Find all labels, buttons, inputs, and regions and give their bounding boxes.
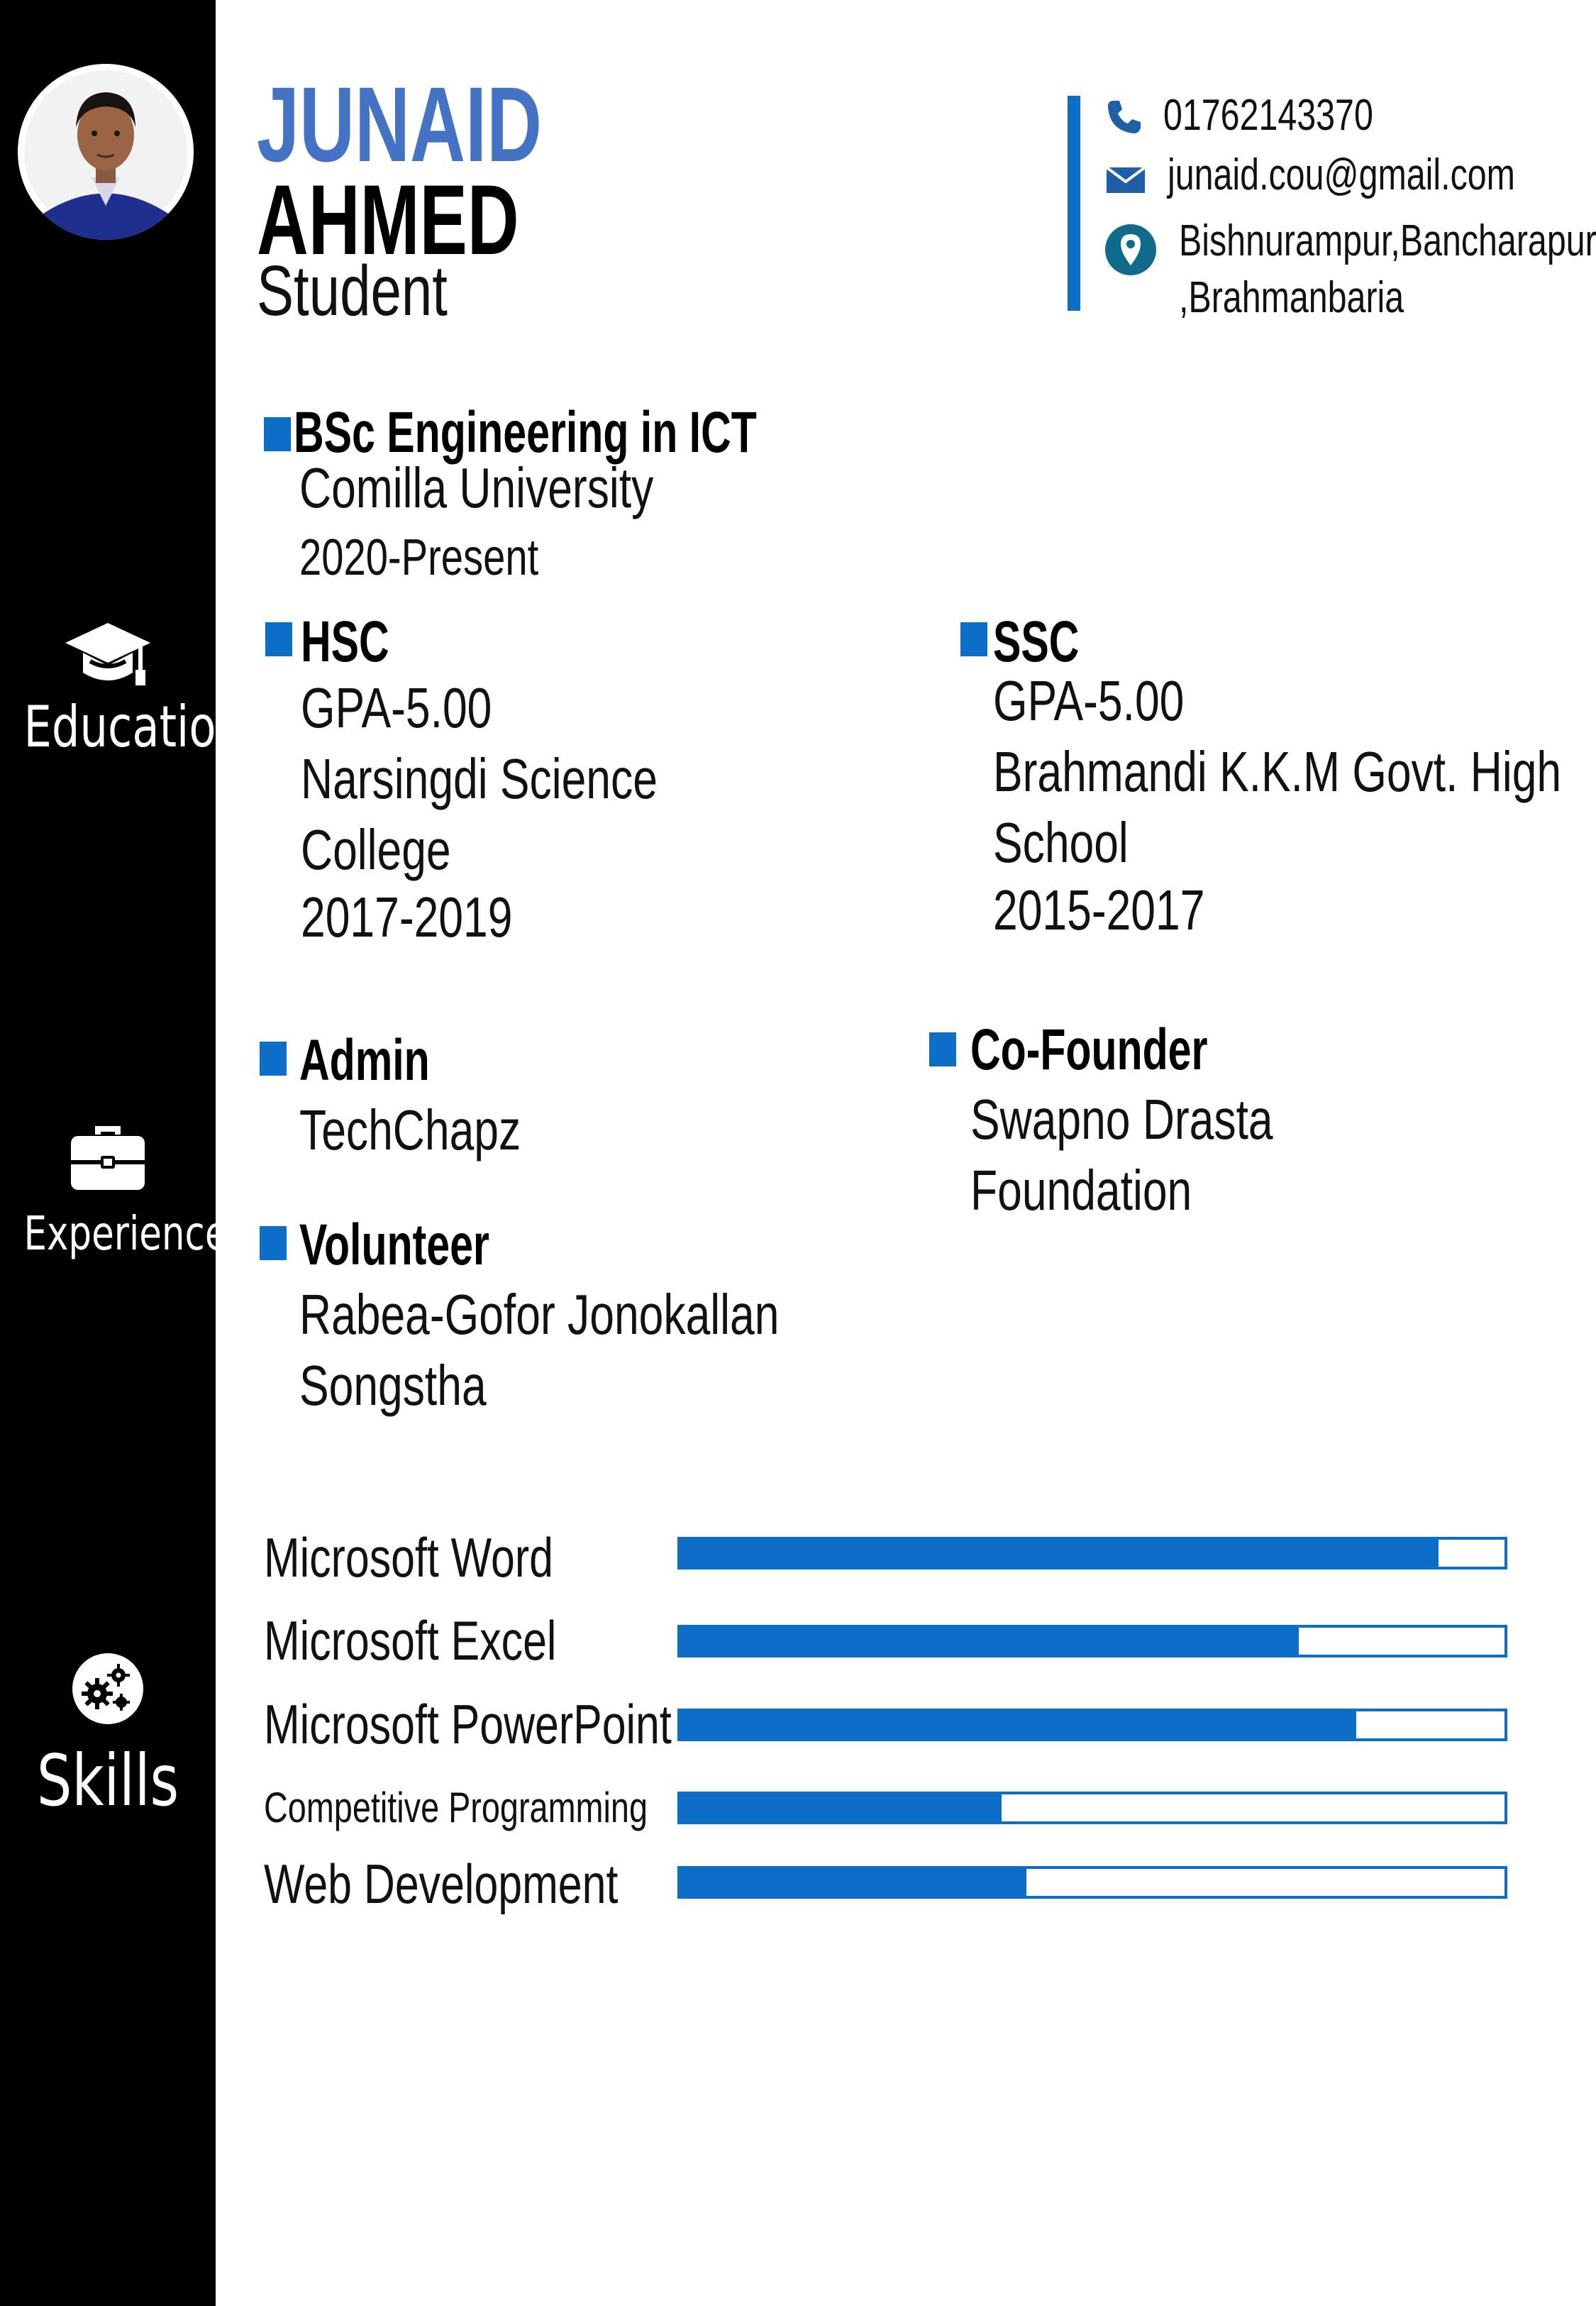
skill-bar: [677, 1709, 1507, 1741]
skill-bar-fill: [680, 1711, 1356, 1738]
first-name: JUNAID: [257, 65, 543, 184]
graduation-cap-icon: [65, 623, 150, 685]
skill-bar-fill: [680, 1869, 1027, 1896]
education-section-label: Education: [0, 617, 245, 760]
bullet-square: [960, 622, 987, 656]
cofounder-title: Co-Founder: [970, 1017, 1208, 1082]
volunteer-title: Volunteer: [299, 1213, 489, 1277]
degree-years: 2020-Present: [299, 529, 539, 586]
address-line-1: Bishnurampur,Bancharapur: [1179, 216, 1596, 265]
bullet-square: [260, 1226, 287, 1260]
admin-org: TechChapz: [299, 1098, 521, 1162]
cofounder-org-line-2: Foundation: [970, 1159, 1192, 1222]
hsc-gpa: GPA-5.00: [301, 676, 492, 739]
skill-label: Microsoft Excel: [264, 1609, 557, 1672]
skill-bar-fill: [680, 1628, 1299, 1655]
admin-title: Admin: [299, 1028, 430, 1093]
hsc-years: 2017-2019: [301, 886, 513, 949]
hsc-title: HSC: [301, 609, 389, 674]
ssc-years: 2015-2017: [993, 878, 1205, 942]
bullet-square: [264, 417, 291, 451]
bullet-square: [265, 622, 292, 656]
skill-bar: [677, 1792, 1507, 1824]
hsc-institution-line-1: Narsingdi Science: [301, 747, 658, 810]
skill-bar: [677, 1625, 1507, 1657]
bullet-square: [260, 1042, 287, 1076]
skill-label: Web Development: [264, 1853, 619, 1915]
phone-number[interactable]: 01762143370: [1163, 91, 1432, 140]
skills-label: Skills: [36, 1739, 179, 1822]
briefcase-icon: [71, 1126, 145, 1190]
cofounder-org-line-1: Swapno Drasta: [970, 1088, 1273, 1151]
address-line-2: ,Brahmanbaria: [1179, 273, 1404, 322]
ssc-institution-line-1: Brahmandi K.K.M Govt. High: [993, 740, 1562, 803]
profile-photo: [18, 64, 194, 240]
skills-section-label: Skills: [0, 1650, 216, 1820]
skill-bar-fill: [680, 1540, 1439, 1567]
contact-divider: [1068, 96, 1080, 311]
experiences-label: Experiences: [23, 1206, 247, 1261]
volunteer-org-line-2: Songstha: [299, 1354, 487, 1417]
degree-institution: Comilla University: [299, 456, 654, 519]
volunteer-org-line-1: Rabea-Gofor Jonokallan: [299, 1283, 780, 1346]
hsc-institution-line-2: College: [301, 818, 451, 881]
sidebar: Education Experiences Skills: [0, 0, 247, 2306]
ssc-gpa: GPA-5.00: [993, 669, 1185, 732]
skill-bar: [677, 1866, 1507, 1899]
email-address[interactable]: junaid.cou@gmail.com: [1168, 150, 1596, 200]
education-label: Education: [23, 694, 245, 760]
experiences-section-label: Experiences: [0, 1110, 247, 1262]
skill-bar-fill: [680, 1794, 1002, 1821]
bullet-square: [929, 1032, 956, 1066]
location-pin-icon: [1105, 224, 1156, 275]
skill-bar: [677, 1537, 1507, 1569]
mail-icon: [1105, 166, 1146, 193]
ssc-title: SSC: [993, 609, 1080, 674]
skill-label: Microsoft Word: [264, 1526, 553, 1589]
role-title: Student: [257, 251, 448, 331]
phone-icon: [1108, 101, 1141, 133]
gears-icon: [72, 1653, 143, 1724]
ssc-institution-line-2: School: [993, 811, 1129, 874]
